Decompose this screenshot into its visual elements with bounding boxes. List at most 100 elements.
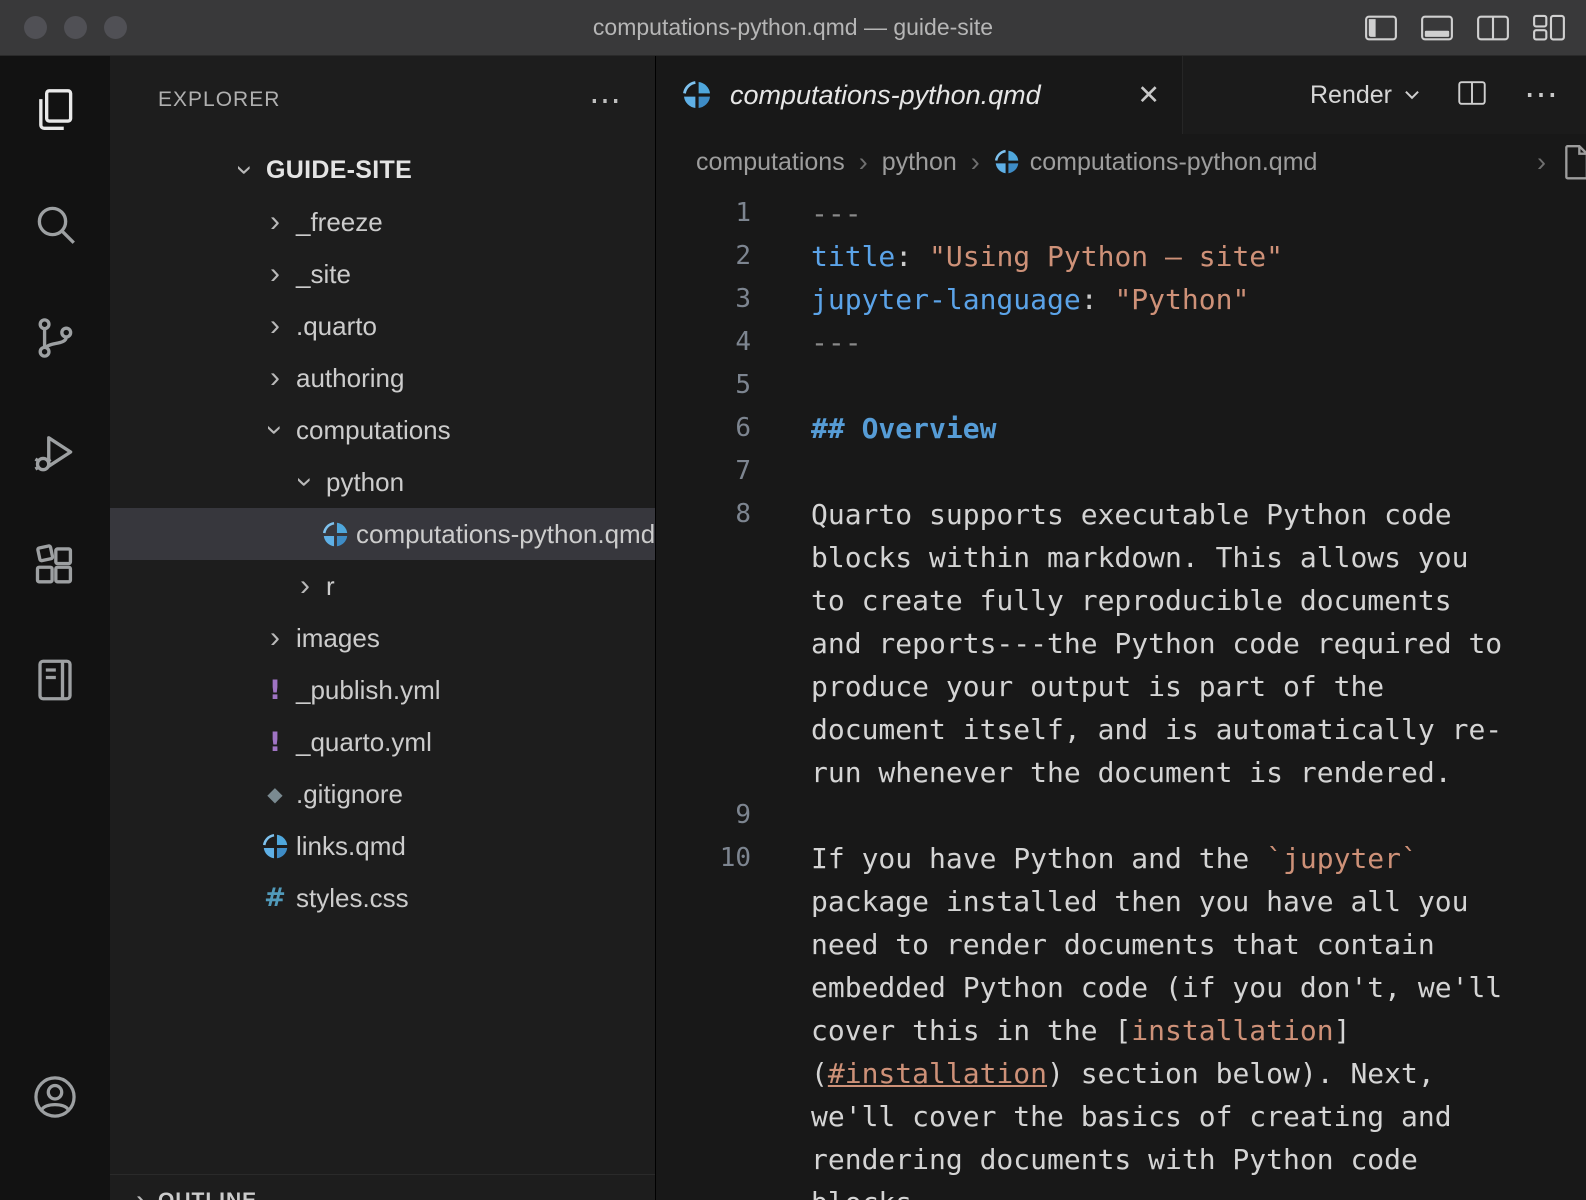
source-control-icon <box>30 313 80 368</box>
code-line-6[interactable]: 6## Overview <box>656 407 1586 450</box>
code-line-10[interactable]: 10If you have Python and the `jupyter` p… <box>656 837 1586 1200</box>
tree-folder--site[interactable]: ›_site <box>110 248 655 300</box>
debug-icon <box>30 427 80 482</box>
tab-title: computations-python.qmd <box>730 80 1041 111</box>
tree-file-computations-python-qmd[interactable]: computations-python.qmd <box>110 508 655 560</box>
code-line-2[interactable]: 2title: "Using Python – site" <box>656 235 1586 278</box>
close-window-button[interactable] <box>24 16 47 39</box>
code-line-1[interactable]: 1--- <box>656 192 1586 235</box>
editor-actions: Render ⋯ <box>1310 56 1586 134</box>
code-line-4[interactable]: 4--- <box>656 321 1586 364</box>
line-content: Quarto supports executable Python code b… <box>811 493 1511 794</box>
window-controls <box>24 0 127 55</box>
chevron-right-icon: › <box>258 363 292 393</box>
tree-folder--freeze[interactable]: ›_freeze <box>110 196 655 248</box>
split-editor-icon[interactable] <box>1456 79 1488 112</box>
layout-customize-icon[interactable] <box>1532 13 1566 43</box>
chevron-right-icon: › <box>1537 149 1546 176</box>
quarto-icon <box>682 80 712 110</box>
tree-item-label: .quarto <box>296 311 377 342</box>
tree-item-label: _quarto.yml <box>296 727 432 758</box>
line-number: 10 <box>656 837 751 1200</box>
tree-item-label: r <box>326 571 335 602</box>
account-button[interactable] <box>0 1071 110 1128</box>
breadcrumb-item-python[interactable]: python <box>882 148 957 177</box>
chevron-right-icon: › <box>124 1186 158 1200</box>
tree-root-guide-site[interactable]: › GUIDE-SITE <box>110 144 655 196</box>
account-icon <box>29 1071 81 1128</box>
code-line-3[interactable]: 3jupyter-language: "Python" <box>656 278 1586 321</box>
chevron-right-icon: › <box>971 149 980 176</box>
yaml-icon: ! <box>258 675 292 706</box>
minimize-window-button[interactable] <box>64 16 87 39</box>
document-symbol-icon <box>1556 142 1586 182</box>
explorer-sidebar: EXPLORER ⋯ › GUIDE-SITE ›_freeze›_site›.… <box>110 56 655 1200</box>
line-number: 7 <box>656 450 751 493</box>
tab-computations-python[interactable]: computations-python.qmd ✕ <box>656 56 1183 134</box>
files-icon <box>30 85 80 140</box>
more-actions-icon[interactable]: ⋯ <box>1524 78 1558 112</box>
line-number: 3 <box>656 278 751 321</box>
source-control-tab[interactable] <box>27 312 83 368</box>
notebooks-tab[interactable] <box>27 654 83 710</box>
layout-panel-bottom-icon[interactable] <box>1420 13 1454 43</box>
line-content <box>811 450 1511 493</box>
close-tab-icon[interactable]: ✕ <box>1137 82 1160 109</box>
tree-item-label: links.qmd <box>296 831 406 862</box>
line-number: 1 <box>656 192 751 235</box>
breadcrumb: computations › python › computations-python… <box>656 134 1586 190</box>
breadcrumb-label: computations <box>696 148 845 177</box>
tree-file--quarto-yml[interactable]: !_quarto.yml <box>110 716 655 768</box>
line-number: 4 <box>656 321 751 364</box>
tree-item-label: computations-python.qmd <box>356 519 655 550</box>
tree-folder-computations[interactable]: ›computations <box>110 404 655 456</box>
vscode-window: computations-python.qmd — guide-site <box>0 0 1586 1200</box>
chevron-right-icon: › <box>258 623 292 653</box>
tree-item-label: _site <box>296 259 351 290</box>
breadcrumb-symbol-tail: › <box>1537 142 1586 182</box>
tree-folder-python[interactable]: ›python <box>110 456 655 508</box>
explorer-more-actions-icon[interactable]: ⋯ <box>589 84 621 116</box>
tree-folder-images[interactable]: ›images <box>110 612 655 664</box>
tree-folder-r[interactable]: ›r <box>110 560 655 612</box>
code-line-7[interactable]: 7 <box>656 450 1586 493</box>
git-icon: ◆ <box>258 782 292 807</box>
quarto-icon <box>318 521 352 548</box>
search-icon <box>30 199 80 254</box>
code-editor[interactable]: 1---2title: "Using Python – site"3jupyte… <box>656 190 1586 1200</box>
extensions-icon <box>30 541 80 596</box>
breadcrumb-item-computations[interactable]: computations <box>696 148 845 177</box>
tree-file--gitignore[interactable]: ◆.gitignore <box>110 768 655 820</box>
explorer-tab[interactable] <box>27 84 83 140</box>
search-tab[interactable] <box>27 198 83 254</box>
zoom-window-button[interactable] <box>104 16 127 39</box>
code-line-9[interactable]: 9 <box>656 794 1586 837</box>
tree-item-label: python <box>326 467 404 498</box>
tree-file--publish-yml[interactable]: !_publish.yml <box>110 664 655 716</box>
breadcrumb-label: computations-python.qmd <box>1030 148 1318 177</box>
tree-item-label: .gitignore <box>296 779 403 810</box>
code-line-8[interactable]: 8Quarto supports executable Python code … <box>656 493 1586 794</box>
render-button[interactable]: Render <box>1310 81 1420 110</box>
tree-file-links-qmd[interactable]: links.qmd <box>110 820 655 872</box>
layout-sidebar-left-icon[interactable] <box>1364 13 1398 43</box>
quarto-icon <box>258 833 292 860</box>
main-area: EXPLORER ⋯ › GUIDE-SITE ›_freeze›_site›.… <box>0 56 1586 1200</box>
breadcrumb-item-computations-python-qmd[interactable]: computations-python.qmd <box>994 148 1318 177</box>
editor-group: computations-python.qmd ✕ Render ⋯ compu… <box>655 56 1586 1200</box>
outline-section-header[interactable]: › OUTLINE <box>110 1174 655 1200</box>
chevron-down-icon: › <box>230 153 260 187</box>
code-line-5[interactable]: 5 <box>656 364 1586 407</box>
tree-item-label: images <box>296 623 380 654</box>
line-number: 8 <box>656 493 751 794</box>
chevron-right-icon: › <box>288 571 322 601</box>
breadcrumb-label: python <box>882 148 957 177</box>
layout-sidebar-right-icon[interactable] <box>1476 13 1510 43</box>
run-and-debug-tab[interactable] <box>27 426 83 482</box>
tree-file-styles-css[interactable]: #styles.css <box>110 872 655 924</box>
chevron-right-icon: › <box>258 259 292 289</box>
line-content: If you have Python and the `jupyter` pac… <box>811 837 1511 1200</box>
extensions-tab[interactable] <box>27 540 83 596</box>
tree-folder-authoring[interactable]: ›authoring <box>110 352 655 404</box>
tree-folder--quarto[interactable]: ›.quarto <box>110 300 655 352</box>
